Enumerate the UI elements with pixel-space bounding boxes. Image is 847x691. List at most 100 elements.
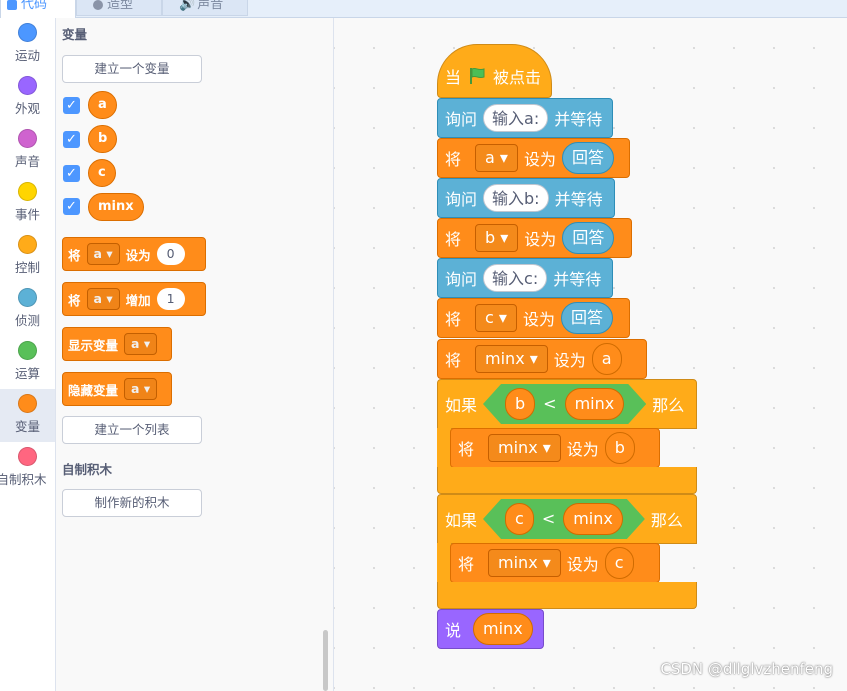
- tab-code[interactable]: 代码: [0, 0, 76, 18]
- category-control[interactable]: 控制: [0, 230, 55, 283]
- block-text: 说: [445, 621, 462, 640]
- variable-reporter-c[interactable]: c: [88, 159, 116, 187]
- variable-dropdown[interactable]: minx ▾: [488, 549, 561, 577]
- checkbox-var-c[interactable]: ✓: [63, 165, 80, 182]
- number-input[interactable]: 0: [156, 243, 185, 265]
- category-sensing[interactable]: 侦测: [0, 283, 55, 336]
- number-input[interactable]: 1: [156, 288, 185, 310]
- block-text: 显示变量: [68, 337, 119, 353]
- set-variable-block[interactable]: 将 a ▾ 设为 回答: [437, 138, 630, 178]
- variable-dropdown[interactable]: minx ▾: [488, 434, 561, 462]
- variable-dropdown[interactable]: c ▾: [475, 304, 517, 332]
- answer-reporter[interactable]: 回答: [560, 302, 613, 334]
- my-blocks-heading: 自制积木: [62, 462, 113, 477]
- brush-icon: [93, 0, 103, 10]
- caret-down-icon: ▾: [542, 553, 551, 572]
- variable-dropdown[interactable]: minx ▾: [475, 345, 548, 373]
- variable-reporter[interactable]: minx: [565, 388, 625, 420]
- text-input[interactable]: 输入b:: [483, 184, 549, 212]
- ask-and-wait-block[interactable]: 询问 输入b: 并等待: [437, 178, 615, 218]
- text-input[interactable]: 输入a:: [483, 104, 549, 132]
- make-block-button[interactable]: 制作新的积木: [62, 489, 202, 517]
- variable-dropdown[interactable]: a ▾: [124, 378, 158, 400]
- category-sound[interactable]: 声音: [0, 124, 55, 177]
- block-text: 那么: [650, 511, 683, 530]
- palette-show-variable-block[interactable]: 显示变量 a ▾: [62, 327, 172, 361]
- less-than-operator[interactable]: c < minx: [483, 499, 645, 539]
- block-text: 设为: [125, 247, 151, 263]
- less-than-operator[interactable]: b < minx: [483, 384, 646, 424]
- ask-and-wait-block[interactable]: 询问 输入a: 并等待: [437, 98, 613, 138]
- make-list-button[interactable]: 建立一个列表: [62, 416, 202, 444]
- caret-down-icon: ▾: [106, 246, 113, 261]
- block-text: 被点击: [493, 68, 542, 87]
- tab-sounds[interactable]: 🔊 声音: [162, 0, 248, 16]
- block-text: 并等待: [553, 270, 602, 289]
- palette-set-variable-block[interactable]: 将 a ▾ 设为 0: [62, 237, 206, 271]
- block-text: 将: [445, 351, 462, 370]
- ask-and-wait-block[interactable]: 询问 输入c: 并等待: [437, 258, 613, 298]
- variable-dropdown[interactable]: b ▾: [475, 224, 519, 252]
- variable-reporter-minx[interactable]: minx: [88, 193, 144, 221]
- dropdown-value: a: [93, 291, 102, 306]
- variable-reporter[interactable]: b: [505, 388, 535, 420]
- block-text: 设为: [522, 310, 555, 329]
- operator-symbol: <: [543, 394, 557, 413]
- block-text: 并等待: [554, 190, 603, 209]
- caret-down-icon: ▾: [542, 438, 551, 457]
- category-label: 侦测: [14, 313, 40, 328]
- palette-scrollbar[interactable]: [323, 630, 328, 691]
- variable-dropdown[interactable]: a ▾: [475, 144, 518, 172]
- code-tab-icon: [7, 0, 17, 10]
- sensing-category-icon: [18, 288, 37, 307]
- variable-dropdown[interactable]: a ▾: [124, 333, 158, 355]
- answer-reporter[interactable]: 回答: [562, 222, 615, 254]
- category-variables[interactable]: 变量: [0, 389, 55, 442]
- say-block[interactable]: 说 minx: [437, 609, 544, 649]
- palette-change-variable-block[interactable]: 将 a ▾ 增加 1: [62, 282, 206, 316]
- operator-symbol: <: [541, 509, 556, 528]
- category-operators[interactable]: 运算: [0, 336, 55, 389]
- block-text: 询问: [445, 270, 478, 289]
- motion-category-icon: [18, 23, 37, 42]
- make-variable-button[interactable]: 建立一个变量: [62, 55, 202, 83]
- variable-reporter[interactable]: minx: [563, 503, 623, 535]
- block-text: 设为: [566, 555, 599, 574]
- set-variable-block[interactable]: 将 c ▾ 设为 回答: [437, 298, 630, 338]
- checkbox-var-minx[interactable]: ✓: [63, 198, 80, 215]
- variable-reporter[interactable]: c: [505, 503, 534, 535]
- script-workspace[interactable]: 当 被点击 询问 输入a: 并等待 将 a ▾ 设为 回答 询问 输入b: 并等…: [334, 18, 847, 691]
- variable-dropdown[interactable]: a ▾: [86, 243, 120, 265]
- variable-dropdown[interactable]: a ▾: [86, 288, 120, 310]
- check-icon: ✓: [66, 98, 77, 113]
- variable-reporter[interactable]: b: [604, 432, 635, 464]
- green-flag-icon: [470, 67, 485, 84]
- speaker-icon: 🔊: [179, 0, 196, 12]
- variable-reporter[interactable]: c: [604, 547, 634, 579]
- if-block-bottom: [437, 582, 697, 609]
- checkbox-var-b[interactable]: ✓: [63, 131, 80, 148]
- category-motion[interactable]: 运动: [0, 18, 55, 71]
- set-variable-block[interactable]: 将 minx ▾ 设为 c: [450, 543, 660, 583]
- category-events[interactable]: 事件: [0, 177, 55, 230]
- palette-hide-variable-block[interactable]: 隐藏变量 a ▾: [62, 372, 172, 406]
- category-label: 控制: [14, 260, 40, 275]
- category-my-blocks[interactable]: 自制积木: [0, 442, 55, 495]
- category-looks[interactable]: 外观: [0, 71, 55, 124]
- tab-costumes[interactable]: 造型: [76, 0, 162, 16]
- variable-reporter-a[interactable]: a: [88, 91, 117, 119]
- block-text: 当: [445, 68, 462, 87]
- set-variable-block[interactable]: 将 minx ▾ 设为 a: [437, 339, 647, 379]
- variable-reporter-b[interactable]: b: [88, 125, 118, 153]
- dropdown-value: minx: [485, 349, 525, 368]
- set-variable-block[interactable]: 将 b ▾ 设为 回答: [437, 218, 632, 258]
- text-input[interactable]: 输入c:: [483, 264, 548, 292]
- variable-reporter[interactable]: minx: [473, 613, 533, 645]
- set-variable-block[interactable]: 将 minx ▾ 设为 b: [450, 428, 660, 468]
- when-flag-clicked-block[interactable]: 当 被点击: [437, 44, 552, 98]
- if-then-block[interactable]: 如果 b < minx 那么: [437, 379, 697, 429]
- variable-reporter[interactable]: a: [591, 343, 622, 375]
- checkbox-var-a[interactable]: ✓: [63, 97, 80, 114]
- if-then-block[interactable]: 如果 c < minx 那么: [437, 494, 697, 544]
- answer-reporter[interactable]: 回答: [561, 142, 614, 174]
